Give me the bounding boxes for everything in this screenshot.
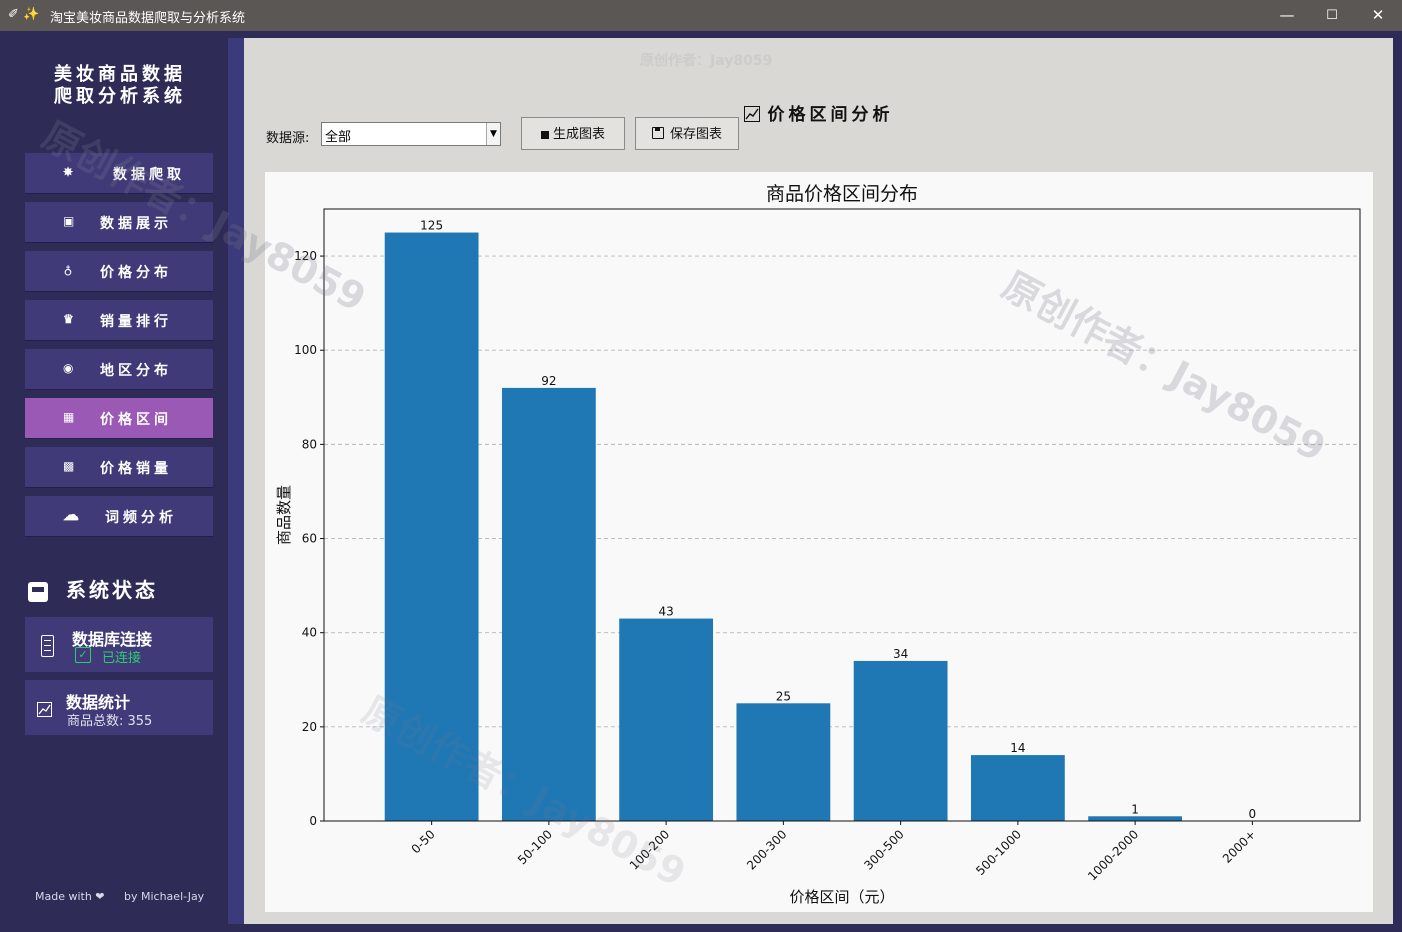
x-axis-label: 价格区间（元） [789,888,894,906]
maximize-button[interactable]: ☐ [1309,0,1355,31]
main-panel: 价格区间分析 数据源: 全部 ▼ 生成图表 保存图表 商品价格区间分布 0 20 40… [244,38,1393,924]
watermark: 原创作者：Jay8059 [640,53,773,69]
app-icon: ✐ ✨ [8,7,40,22]
y-tick-label: 40 [302,626,317,640]
logo-line-2: 爬取分析系统 [54,86,186,107]
save-chart-button[interactable]: 保存图表 [635,117,739,150]
footer-author: by Michael-Jay [124,890,205,903]
y-tick-label: 60 [302,532,317,546]
chart-area: 商品价格区间分布 0 20 40 60 80 100 120 125 0-50 92 50-100 43… [265,172,1373,912]
nav-price-distribution[interactable]: ♁ 价格分布 [25,251,213,291]
nav-label: 销量排行 [100,314,172,330]
check-icon: ✓ [75,647,91,663]
nav-label: 价格分布 [100,265,172,281]
y-tick-label: 0 [309,814,317,828]
db-connection-status: 已连接 [102,651,142,666]
nav-word-frequency[interactable]: ☁ 词频分析 [25,496,213,536]
y-tick-label: 100 [294,343,317,357]
y-tick-label: 20 [302,720,317,734]
x-tick-label: 200-300 [744,827,789,872]
status-box-icon [28,581,48,602]
db-connection-card: 数据库连接 ✓ 已连接 [25,617,213,672]
bar-value-label: 125 [420,219,443,233]
x-tick-label: 1000-2000 [1085,827,1141,883]
bar [619,618,714,821]
bar-value-label: 92 [541,374,556,388]
stats-chart-icon [37,702,52,717]
bar-value-label: 14 [1010,741,1025,755]
bar-value-label: 25 [776,689,791,703]
generate-chart-label: 生成图表 [552,127,605,142]
trophy-icon: ♛ [63,312,78,326]
chart-icon: ▦ [63,410,79,424]
bar-value-label: 1 [1131,802,1139,816]
x-tick-label: 2000+ [1220,827,1259,866]
data-source-select[interactable]: 全部 ▼ [321,122,501,146]
footer-made-with: Made with ❤ [35,890,105,903]
bar-value-label: 43 [658,605,673,619]
generate-chart-button[interactable]: 生成图表 [521,117,625,150]
x-tick-label: 0-50 [409,827,438,856]
data-source-value: 全部 [325,130,352,145]
product-total-count: 商品总数: 355 [67,714,153,729]
nav-sales-ranking[interactable]: ♛ 销量排行 [25,300,213,340]
y-axis-label: 商品数量 [275,485,293,545]
data-source-label: 数据源: [266,131,310,146]
window-title: 淘宝美妆商品数据爬取与分析系统 [50,11,246,26]
x-tick-label: 50-100 [515,827,555,867]
nav-region-distribution[interactable]: ◉ 地区分布 [25,349,213,389]
dropdown-arrow-icon[interactable]: ▼ [486,123,500,145]
page-title-text: 价格区间分析 [767,105,894,125]
x-tick-label: 500-1000 [973,827,1024,878]
nav-label: 价格销量 [100,461,172,477]
minimize-button[interactable]: — [1264,0,1310,31]
logo-line-1: 美妆商品数据 [54,64,186,85]
grid-chart-icon: ▩ [63,459,79,473]
sidebar-divider [228,38,244,924]
bar [970,755,1065,821]
bar-value-label: 0 [1249,807,1257,821]
bar [1088,816,1183,821]
package-icon: ▣ [63,214,79,228]
data-stats-card: 数据统计 商品总数: 355 [25,680,213,735]
chart-title: 商品价格区间分布 [766,183,918,205]
y-tick-label: 80 [302,437,317,451]
window-titlebar: ✐ ✨ 淘宝美妆商品数据爬取与分析系统 — ☐ ✕ [0,0,1402,31]
system-status-heading: 系统状态 [28,574,158,603]
cloud-icon: ☁ [63,505,83,524]
database-icon [41,635,54,657]
nav-price-range[interactable]: ▦ 价格区间 [25,398,213,438]
save-chart-label: 保存图表 [669,127,722,142]
close-button[interactable]: ✕ [1355,0,1401,31]
nav-label: 价格区间 [100,412,172,428]
chart-icon [743,106,760,122]
save-icon [651,127,664,139]
money-bag-icon: ♁ [63,263,77,277]
x-tick-label: 300-500 [861,827,906,872]
bar [853,660,948,821]
nav-label: 词频分析 [105,510,177,526]
system-status-title: 系统状态 [66,578,158,602]
app-logo: 美妆商品数据 爬取分析系统 [30,64,210,108]
bar [736,703,831,821]
plot-frame [323,208,1361,822]
globe-icon: ◉ [63,361,78,375]
bar-value-label: 34 [893,647,908,661]
nav-price-sales[interactable]: ▩ 价格销量 [25,447,213,487]
price-range-bar-chart: 商品价格区间分布0204060801001201250-509250-10043… [275,183,1361,906]
nav-label: 地区分布 [100,363,172,379]
chart-small-icon [540,131,549,139]
